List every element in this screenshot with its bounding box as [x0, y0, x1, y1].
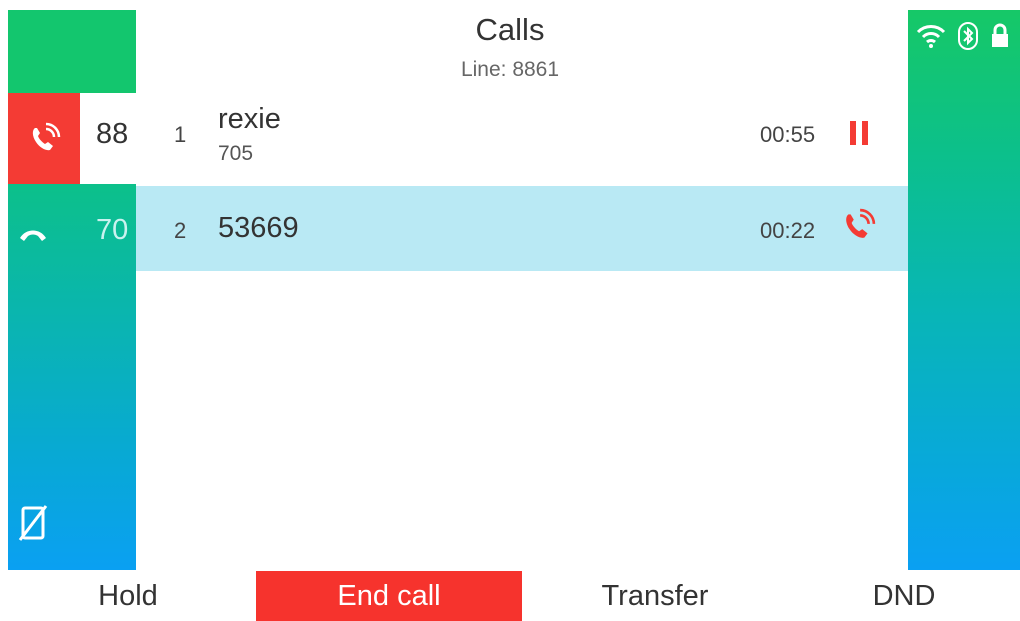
hold-icon — [850, 121, 868, 145]
call-duration: 00:22 — [760, 218, 816, 243]
call-row-1[interactable]: 1 rexie 705 00:55 — [136, 95, 908, 185]
call-number: 705 — [218, 142, 254, 165]
call-name: rexie — [218, 103, 281, 135]
status-bar — [908, 10, 1020, 570]
call-index: 2 — [174, 218, 187, 243]
line-key-2-label: 70 — [96, 214, 129, 246]
handset-icon — [20, 230, 46, 241]
call-name: 53669 — [218, 212, 299, 244]
call-duration: 00:55 — [760, 122, 816, 147]
page-title: Calls — [475, 12, 545, 47]
transfer-button[interactable]: Transfer — [522, 571, 788, 621]
dnd-button[interactable]: DND — [788, 571, 1020, 621]
call-index: 1 — [174, 122, 187, 147]
end-call-button[interactable]: End call — [256, 571, 522, 621]
call-row-2[interactable]: 2 53669 00:22 — [136, 186, 908, 271]
line-key-1-status — [8, 93, 80, 184]
active-call-icon — [846, 208, 876, 238]
no-phone-icon — [18, 505, 48, 541]
line-key-1-label: 88 — [96, 118, 129, 150]
hold-button[interactable]: Hold — [0, 571, 256, 621]
call-active-icon — [32, 122, 61, 150]
line-subtitle: Line: 8861 — [460, 58, 560, 81]
